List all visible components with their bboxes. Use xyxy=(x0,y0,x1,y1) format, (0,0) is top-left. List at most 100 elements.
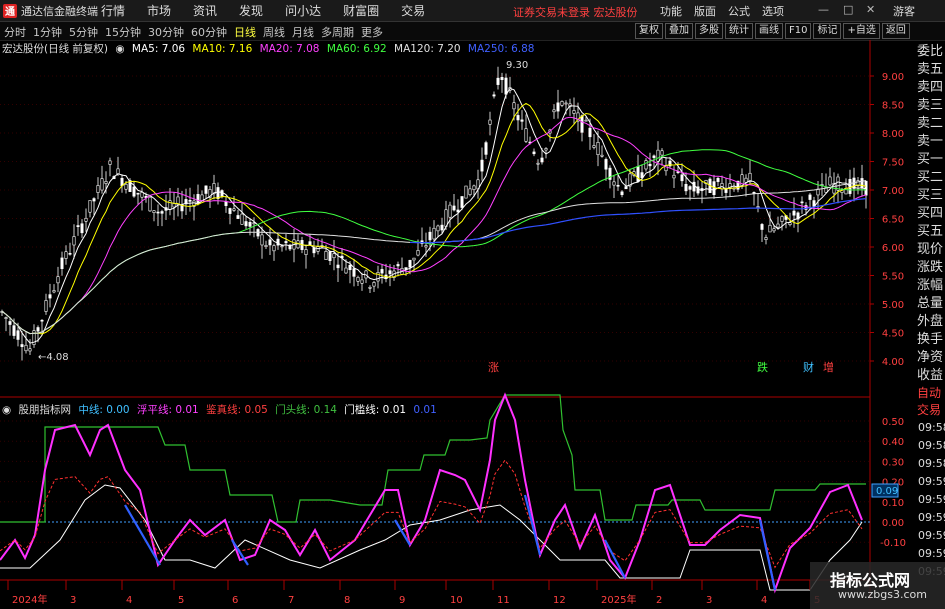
candle-body xyxy=(336,264,340,269)
candle-body xyxy=(516,115,520,121)
candle-body xyxy=(432,227,436,240)
candle-body xyxy=(808,194,812,200)
x-tick-label: 6 xyxy=(232,595,238,606)
indicator-toggle-icon[interactable]: ◉ xyxy=(2,404,11,416)
quote-row[interactable]: 买一 xyxy=(917,151,945,169)
candle-body xyxy=(592,145,596,148)
quote-row[interactable]: 涨幅 xyxy=(917,277,945,295)
chart-canvas[interactable]: 9.00 8.50 8.00 7.50 7.00 6.50 6.00 5.50 5.00 4.50… xyxy=(0,0,945,609)
ind-tick-label: 0.40 xyxy=(882,437,904,448)
candle-body xyxy=(596,141,600,156)
stock-name[interactable]: 宏达股份(日线 前复权) xyxy=(2,43,108,55)
quote-panel: 委比 卖五 卖四 卖三 卖二 卖一 买一 买二 买三 买四 买五 现价 涨跌 涨… xyxy=(917,43,945,385)
candle-body xyxy=(756,206,760,208)
quote-row[interactable]: 买五 xyxy=(917,223,945,241)
quote-row[interactable]: 买三 xyxy=(917,187,945,205)
candle-body xyxy=(96,185,100,193)
candle-body xyxy=(280,245,284,248)
candle-body xyxy=(484,142,488,155)
ind-tick-label: 0.00 xyxy=(882,518,904,529)
candle-body xyxy=(800,201,804,204)
candle-body xyxy=(620,191,624,196)
ma10-label: MA10: 7.16 xyxy=(192,43,253,55)
candle-body xyxy=(412,257,416,261)
quote-row[interactable]: 收益 xyxy=(917,367,945,385)
candle-body xyxy=(436,225,440,232)
candle-body xyxy=(36,327,40,332)
candle-body xyxy=(8,321,12,325)
quote-row[interactable]: 涨跌 xyxy=(917,259,945,277)
candle-body xyxy=(220,190,224,197)
candle-body xyxy=(544,148,548,151)
candle-body xyxy=(396,264,400,267)
x-tick-label: 2 xyxy=(656,595,662,606)
candle-body xyxy=(440,224,444,231)
candle-body xyxy=(612,181,616,186)
down-segment xyxy=(523,494,542,556)
candle-body xyxy=(368,286,372,289)
trade-label[interactable]: 交易 xyxy=(917,402,945,419)
candle-body xyxy=(76,225,80,228)
quote-row[interactable]: 委比 xyxy=(917,43,945,61)
ma60-label: MA60: 6.92 xyxy=(326,43,387,55)
float-line xyxy=(0,392,863,594)
quote-row[interactable]: 买二 xyxy=(917,169,945,187)
quote-row[interactable]: 换手 xyxy=(917,331,945,349)
auto-label[interactable]: 自动 xyxy=(917,385,945,402)
candle-body xyxy=(344,267,348,274)
candle-body xyxy=(104,181,108,184)
ma250-label: MA250: 6.88 xyxy=(467,43,535,55)
candle-body xyxy=(56,276,60,284)
time-label: 09:59 xyxy=(918,475,945,488)
quote-row[interactable]: 总量 xyxy=(917,295,945,313)
candle-body xyxy=(780,216,784,222)
time-label: 09:59 xyxy=(918,511,945,524)
candle-body xyxy=(24,344,28,352)
quote-row[interactable]: 卖四 xyxy=(917,79,945,97)
candle-body xyxy=(272,245,276,252)
price-tick-label: 4.00 xyxy=(882,357,904,368)
candle-body xyxy=(156,211,160,214)
candle-body xyxy=(64,251,68,259)
candle-body xyxy=(60,257,64,269)
candle-body xyxy=(160,211,164,214)
x-tick-label: 3 xyxy=(706,595,712,606)
candle-body xyxy=(864,180,868,196)
candle-body xyxy=(768,224,772,233)
quote-row[interactable]: 卖五 xyxy=(917,61,945,79)
candle-body xyxy=(172,203,176,208)
mid-line-label: 中线: 0.00 xyxy=(78,404,130,416)
candle-body xyxy=(4,317,8,319)
candle-body xyxy=(624,186,628,190)
candle-body xyxy=(452,205,456,211)
candle-body xyxy=(48,294,52,299)
candle-body xyxy=(536,162,540,165)
ind-tick-label: 0.50 xyxy=(882,417,904,428)
quote-row[interactable]: 净资 xyxy=(917,349,945,367)
candle-body xyxy=(284,241,288,244)
price-tick-label: 8.50 xyxy=(882,101,904,112)
quote-row[interactable]: 现价 xyxy=(917,241,945,259)
x-tick-label: 10 xyxy=(450,595,463,606)
quote-row[interactable]: 卖二 xyxy=(917,115,945,133)
x-tick-label: 9 xyxy=(399,595,405,606)
x-tick-label: 4 xyxy=(126,595,132,606)
candle-body xyxy=(84,217,88,222)
quote-row[interactable]: 买四 xyxy=(917,205,945,223)
candle-body xyxy=(764,237,768,240)
quote-row[interactable]: 卖三 xyxy=(917,97,945,115)
time-label: 09:58 xyxy=(918,457,945,470)
candle-body xyxy=(20,344,24,347)
legend-toggle-icon[interactable]: ◉ xyxy=(115,43,124,55)
ma120-label: MA120: 7.20 xyxy=(394,43,461,55)
indicator-legend: ◉ 股朋指标网 中线: 0.00 浮平线: 0.01 鉴真线: 0.05 门头线… xyxy=(2,402,441,417)
candle-body xyxy=(216,187,220,199)
low-price-label: ←4.08 xyxy=(38,352,69,363)
quote-row[interactable]: 卖一 xyxy=(917,133,945,151)
price-tick-label: 7.00 xyxy=(882,186,904,197)
quote-row[interactable]: 外盘 xyxy=(917,313,945,331)
candle-body xyxy=(296,240,300,249)
candle-body xyxy=(152,210,156,213)
indicator-name[interactable]: 股朋指标网 xyxy=(19,404,72,416)
candle-body xyxy=(424,245,428,248)
